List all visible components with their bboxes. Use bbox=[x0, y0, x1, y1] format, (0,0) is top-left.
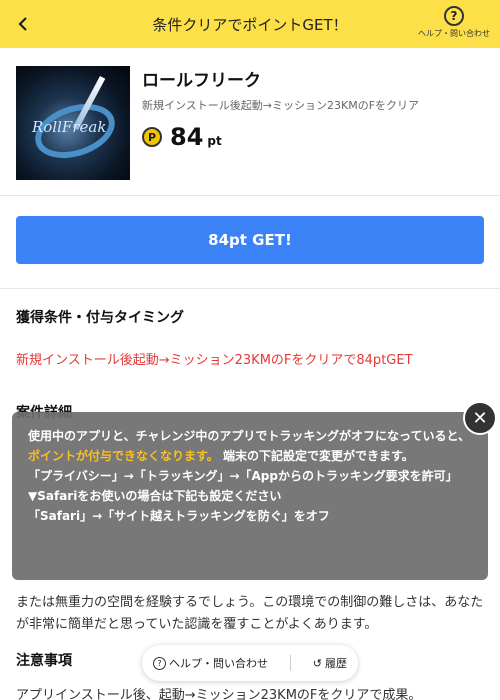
chevron-left-icon bbox=[18, 17, 27, 31]
cta-section: 84pt GET! bbox=[0, 196, 500, 289]
tracking-notice-overlay: 使用中のアプリと、チャレンジ中のアプリでトラッキングがオフになっていると、ポイン… bbox=[12, 412, 488, 580]
app-info: ロールフリーク 新規インストール後起動→ミッション23KMのFをクリア P 84… bbox=[142, 66, 484, 179]
back-button[interactable] bbox=[12, 12, 36, 36]
get-points-button[interactable]: 84pt GET! bbox=[16, 216, 484, 264]
point-coin-icon: P bbox=[142, 127, 162, 147]
conditions-text: 新規インストール後起動→ミッション23KMのFをクリアで84ptGET bbox=[16, 353, 413, 368]
app-description: 新規インストール後起動→ミッション23KMのFをクリア bbox=[142, 99, 420, 112]
close-icon: ✕ bbox=[472, 407, 488, 429]
app-summary: RollFreak ロールフリーク 新規インストール後起動→ミッション23KMの… bbox=[0, 48, 500, 196]
separator bbox=[289, 655, 291, 671]
bottom-help-label: ヘルプ・問い合わせ bbox=[168, 657, 268, 670]
help-label: ヘルプ・問い合わせ bbox=[418, 29, 490, 38]
history-icon: ↺ bbox=[312, 656, 323, 670]
help-icon: ? bbox=[444, 6, 464, 26]
points-display: P 84 pt bbox=[142, 123, 484, 151]
history-label: 履歴 bbox=[325, 657, 348, 670]
details-text: または無重力の空間を経験するでしょう。この環境での制御の難しさは、あなたが非常に… bbox=[16, 595, 484, 632]
bottom-help-button[interactable]: ? ヘルプ・問い合わせ bbox=[152, 655, 268, 671]
close-overlay-button[interactable]: ✕ bbox=[463, 401, 497, 435]
history-button[interactable]: ↺ 履歴 bbox=[313, 655, 347, 671]
help-icon: ? bbox=[152, 656, 166, 670]
help-button[interactable]: ? ヘルプ・問い合わせ bbox=[416, 6, 492, 39]
app-thumbnail: RollFreak bbox=[16, 66, 130, 180]
notice-line-2: 端末の下記設定で変更ができます。 bbox=[223, 449, 414, 463]
point-unit: pt bbox=[207, 134, 222, 148]
conditions-title: 獲得条件・付与タイミング bbox=[16, 310, 184, 326]
notice-line-1: 使用中のアプリと、チャレンジ中のアプリでトラッキングがオフになっていると、 bbox=[28, 429, 470, 443]
app-name: ロールフリーク bbox=[142, 71, 261, 91]
notice-line-3: 「プライバシー」→「トラッキング」→「Appからのトラッキング要求を許可」 bbox=[28, 469, 458, 483]
notice-line-4: ▼Safariをお使いの場合は下記も設定ください bbox=[28, 489, 282, 503]
bottom-action-bar: ? ヘルプ・問い合わせ ↺ 履歴 bbox=[142, 645, 358, 681]
point-value: 84 bbox=[170, 123, 204, 151]
page-title: 条件クリアでポイントGET！ bbox=[152, 15, 348, 34]
thumbnail-logo-text: RollFreak bbox=[32, 118, 107, 136]
notice-highlight: ポイントが付与できなくなります。 bbox=[28, 449, 219, 463]
notice-line-5: 「Safari」→「サイト越えトラッキングを防ぐ」をオフ bbox=[28, 509, 330, 523]
notice-paragraph: 使用中のアプリと、チャレンジ中のアプリでトラッキングがオフになっていると、ポイン… bbox=[28, 426, 472, 466]
notes-text: アプリインストール後、起動→ミッション23KMのFをクリアで成果。 bbox=[16, 688, 422, 700]
top-header: 条件クリアでポイントGET！ ? ヘルプ・問い合わせ bbox=[0, 0, 500, 48]
